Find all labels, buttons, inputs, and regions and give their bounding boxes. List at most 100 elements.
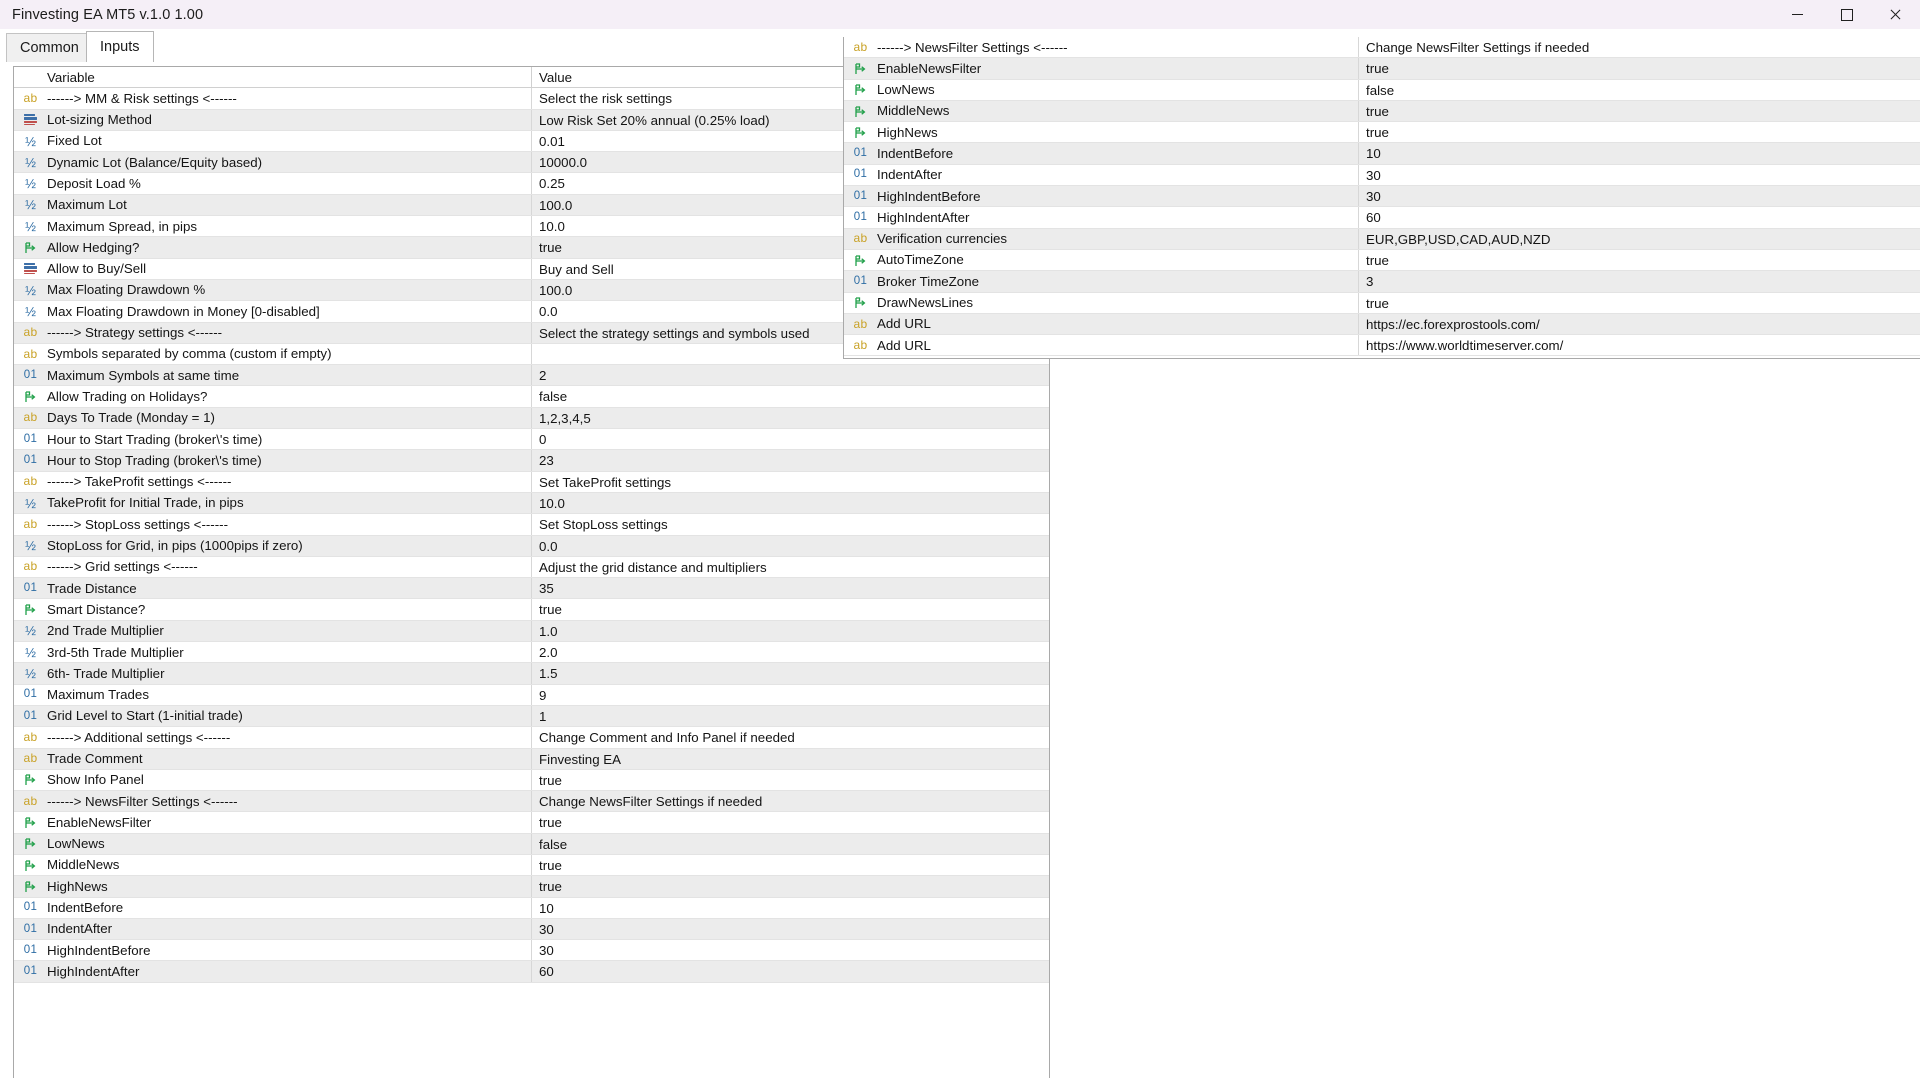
table-row[interactable]: LowNewsfalse — [14, 834, 1049, 855]
value-cell[interactable]: 23 — [531, 450, 1049, 470]
table-row[interactable]: ab------> NewsFilter Settings <------Cha… — [14, 791, 1049, 812]
variable-label: Days To Trade (Monday = 1) — [47, 408, 215, 428]
value-cell[interactable]: 10 — [1358, 143, 1920, 163]
table-row[interactable]: ab------> Grid settings <------Adjust th… — [14, 557, 1049, 578]
table-row[interactable]: 01IndentAfter30 — [844, 165, 1920, 186]
table-row[interactable]: 01Trade Distance35 — [14, 578, 1049, 599]
value-cell[interactable]: 30 — [1358, 186, 1920, 206]
value-cell[interactable]: 60 — [531, 961, 1049, 981]
value-cell[interactable]: true — [1358, 122, 1920, 142]
value-cell[interactable]: true — [531, 812, 1049, 832]
value-cell[interactable]: 60 — [1358, 207, 1920, 227]
table-row[interactable]: HighNewstrue — [14, 876, 1049, 897]
integer-type-icon: 01 — [22, 964, 39, 979]
table-row[interactable]: 01HighIndentBefore30 — [14, 940, 1049, 961]
value-cell[interactable]: 3 — [1358, 271, 1920, 291]
maximize-button[interactable] — [1822, 0, 1871, 29]
boolean-type-icon — [22, 240, 39, 255]
table-row[interactable]: abTrade CommentFinvesting EA — [14, 749, 1049, 770]
value-cell[interactable]: true — [531, 770, 1049, 790]
table-row[interactable]: ½StopLoss for Grid, in pips (1000pips if… — [14, 536, 1049, 557]
value-cell[interactable]: true — [1358, 250, 1920, 270]
value-cell[interactable]: 30 — [531, 919, 1049, 939]
tab-common[interactable]: Common — [6, 33, 93, 62]
value-cell[interactable]: Change Comment and Info Panel if needed — [531, 727, 1049, 747]
table-row[interactable]: 01IndentAfter30 — [14, 919, 1049, 940]
value-cell[interactable]: 1,2,3,4,5 — [531, 408, 1049, 428]
value-cell[interactable]: false — [531, 834, 1049, 854]
table-row[interactable]: ab------> StopLoss settings <------Set S… — [14, 514, 1049, 535]
table-row[interactable]: ab------> TakeProfit settings <------Set… — [14, 472, 1049, 493]
table-row[interactable]: DrawNewsLinestrue — [844, 293, 1920, 314]
value-cell[interactable]: true — [1358, 58, 1920, 78]
table-row[interactable]: ½6th- Trade Multiplier1.5 — [14, 663, 1049, 684]
value-cell[interactable]: 9 — [531, 685, 1049, 705]
value-cell[interactable]: 10 — [531, 898, 1049, 918]
tab-inputs[interactable]: Inputs — [86, 31, 154, 62]
value-cell[interactable]: Finvesting EA — [531, 749, 1049, 769]
table-row[interactable]: abDays To Trade (Monday = 1)1,2,3,4,5 — [14, 408, 1049, 429]
table-row[interactable]: Show Info Paneltrue — [14, 770, 1049, 791]
value-cell[interactable]: EUR,GBP,USD,CAD,AUD,NZD — [1358, 229, 1920, 249]
table-row[interactable]: HighNewstrue — [844, 122, 1920, 143]
value-cell[interactable]: true — [1358, 293, 1920, 313]
value-cell[interactable]: 0 — [531, 429, 1049, 449]
minimize-button[interactable] — [1773, 0, 1822, 29]
newsfilter-property-grid[interactable]: ab------> NewsFilter Settings <------Cha… — [843, 37, 1920, 359]
value-cell[interactable]: 2 — [531, 365, 1049, 385]
variable-cell: 01IndentBefore — [844, 143, 1358, 163]
table-row[interactable]: EnableNewsFiltertrue — [14, 812, 1049, 833]
table-row[interactable]: 01Grid Level to Start (1-initial trade)1 — [14, 706, 1049, 727]
value-cell[interactable]: 30 — [1358, 165, 1920, 185]
value-cell[interactable]: true — [531, 876, 1049, 896]
value-cell[interactable]: false — [531, 386, 1049, 406]
table-row[interactable]: AutoTimeZonetrue — [844, 250, 1920, 271]
table-row[interactable]: abVerification currenciesEUR,GBP,USD,CAD… — [844, 229, 1920, 250]
table-row[interactable]: MiddleNewstrue — [844, 101, 1920, 122]
table-row[interactable]: 01IndentBefore10 — [14, 898, 1049, 919]
value-cell[interactable]: 1.0 — [531, 621, 1049, 641]
table-row[interactable]: Allow Trading on Holidays?false — [14, 386, 1049, 407]
value-cell[interactable]: 30 — [531, 940, 1049, 960]
table-row[interactable]: 01Hour to Start Trading (broker\'s time)… — [14, 429, 1049, 450]
value-cell[interactable]: 2.0 — [531, 642, 1049, 662]
table-row[interactable]: 01Maximum Symbols at same time2 — [14, 365, 1049, 386]
value-cell[interactable]: 0.0 — [531, 536, 1049, 556]
table-row[interactable]: MiddleNewstrue — [14, 855, 1049, 876]
window-controls — [1773, 0, 1920, 29]
table-row[interactable]: 01Maximum Trades9 — [14, 685, 1049, 706]
table-row[interactable]: ½3rd-5th Trade Multiplier2.0 — [14, 642, 1049, 663]
table-row[interactable]: EnableNewsFiltertrue — [844, 58, 1920, 79]
table-row[interactable]: 01Hour to Stop Trading (broker\'s time)2… — [14, 450, 1049, 471]
value-cell[interactable]: false — [1358, 80, 1920, 100]
value-cell[interactable]: 10.0 — [531, 493, 1049, 513]
table-row[interactable]: abAdd URLhttps://www.worldtimeserver.com… — [844, 335, 1920, 356]
value-cell[interactable]: true — [531, 855, 1049, 875]
table-row[interactable]: ½2nd Trade Multiplier1.0 — [14, 621, 1049, 642]
value-cell[interactable]: Set StopLoss settings — [531, 514, 1049, 534]
table-row[interactable]: LowNewsfalse — [844, 80, 1920, 101]
table-row[interactable]: ½TakeProfit for Initial Trade, in pips10… — [14, 493, 1049, 514]
close-button[interactable] — [1871, 0, 1920, 29]
table-row[interactable]: 01HighIndentAfter60 — [844, 207, 1920, 228]
value-cell[interactable]: Change NewsFilter Settings if needed — [1358, 37, 1920, 57]
table-row[interactable]: abAdd URLhttps://ec.forexprostools.com/ — [844, 314, 1920, 335]
value-cell[interactable]: Change NewsFilter Settings if needed — [531, 791, 1049, 811]
table-row[interactable]: 01IndentBefore10 — [844, 143, 1920, 164]
table-row[interactable]: ab------> NewsFilter Settings <------Cha… — [844, 37, 1920, 58]
table-row[interactable]: 01Broker TimeZone3 — [844, 271, 1920, 292]
value-cell[interactable]: 35 — [531, 578, 1049, 598]
value-cell[interactable]: 1.5 — [531, 663, 1049, 683]
value-cell[interactable]: 1 — [531, 706, 1049, 726]
value-cell[interactable]: https://ec.forexprostools.com/ — [1358, 314, 1920, 334]
table-row[interactable]: 01HighIndentBefore30 — [844, 186, 1920, 207]
value-cell[interactable]: true — [1358, 101, 1920, 121]
value-cell[interactable]: Adjust the grid distance and multipliers — [531, 557, 1049, 577]
variable-cell: HighNews — [844, 122, 1358, 142]
table-row[interactable]: Smart Distance?true — [14, 599, 1049, 620]
table-row[interactable]: ab------> Additional settings <------Cha… — [14, 727, 1049, 748]
value-cell[interactable]: Set TakeProfit settings — [531, 472, 1049, 492]
value-cell[interactable]: true — [531, 599, 1049, 619]
table-row[interactable]: 01HighIndentAfter60 — [14, 961, 1049, 982]
value-cell[interactable]: https://www.worldtimeserver.com/ — [1358, 335, 1920, 355]
